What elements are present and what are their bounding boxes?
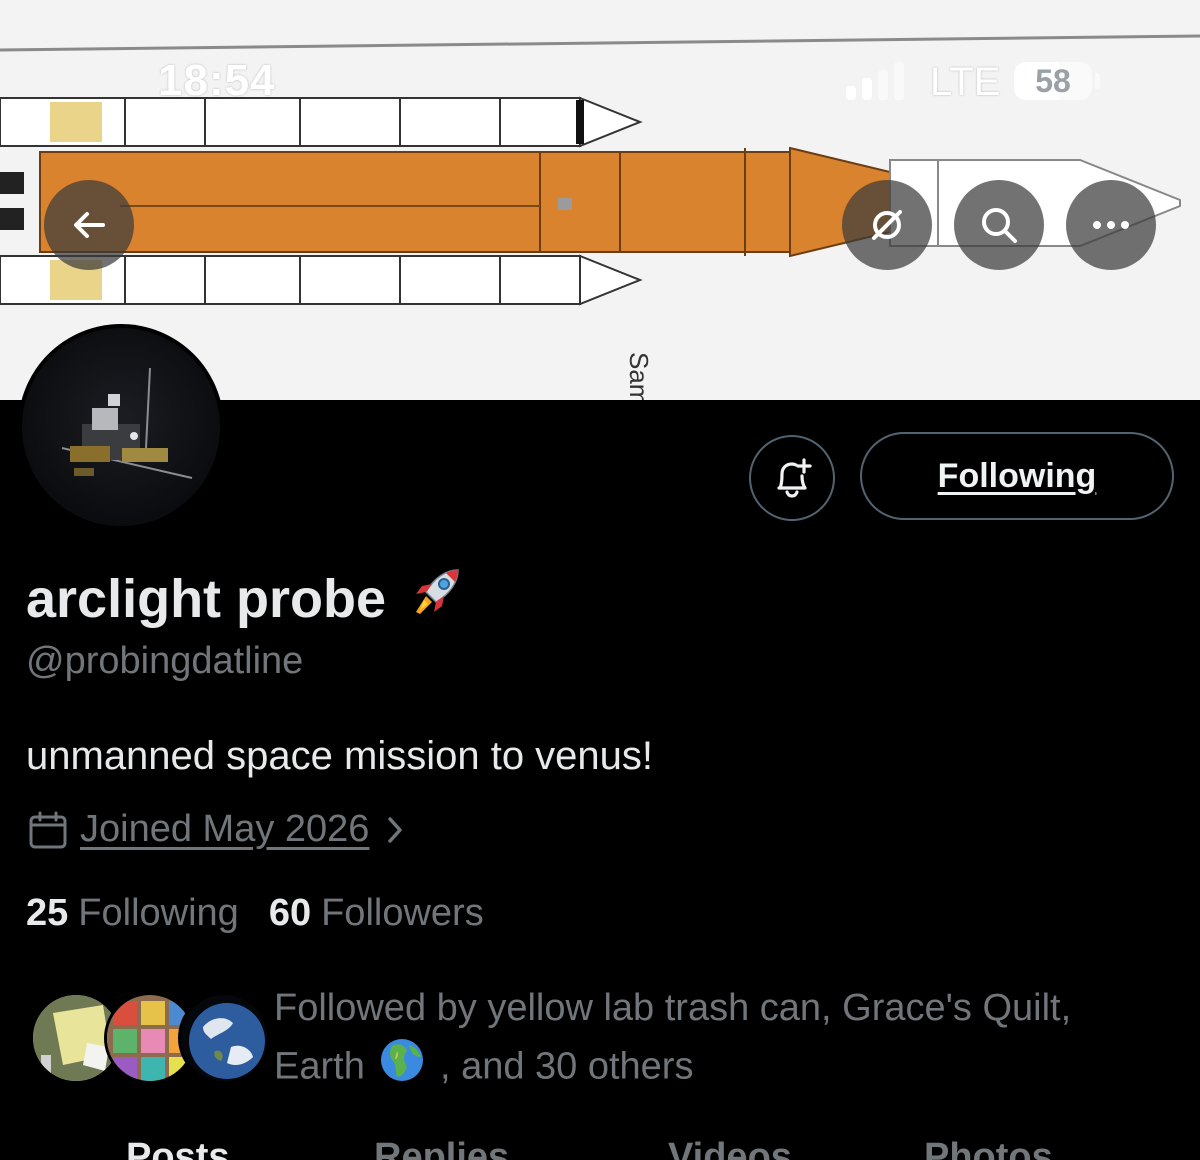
chevron-right-icon: [388, 816, 403, 843]
following-button-label: Following: [937, 456, 1097, 495]
battery-icon: 58: [1014, 62, 1092, 100]
tab-replies[interactable]: Replies: [374, 1136, 509, 1160]
globe-emoji-icon: [379, 1037, 425, 1100]
following-count-link[interactable]: 25 Following: [26, 892, 239, 935]
back-button[interactable]: [44, 180, 134, 270]
signal-strength-icon: [846, 62, 908, 100]
rocket-emoji-icon: [404, 560, 468, 637]
calendar-icon: [29, 811, 67, 848]
mutual-followers-avatars[interactable]: [30, 992, 270, 1084]
status-time: 18:54: [158, 56, 276, 105]
followed-by-earth: Earth: [274, 1045, 365, 1088]
profile-tabs: Posts Replies Videos Photos: [0, 1136, 1200, 1160]
display-name: arclight probe: [26, 560, 468, 637]
grok-button[interactable]: [842, 180, 932, 270]
battery-percent: 58: [1035, 63, 1071, 99]
profile-bio: unmanned space mission to venus!: [26, 734, 654, 778]
battery-cap: [1095, 73, 1100, 89]
followed-by-line-1: Followed by yellow lab trash can, Grace'…: [274, 987, 1072, 1029]
more-horizontal-icon: [1093, 221, 1129, 229]
following-count: 25: [26, 892, 69, 934]
arrow-left-icon: [74, 212, 105, 238]
tab-posts[interactable]: Posts: [126, 1136, 229, 1160]
followers-label: Followers: [321, 892, 484, 934]
notifications-subscribe-button[interactable]: [749, 435, 835, 521]
followed-by-line-2: Earth , and 30 others: [274, 1037, 1154, 1100]
profile-handle: @probingdatline: [26, 640, 304, 682]
followed-by-others: , and 30 others: [439, 1045, 694, 1088]
search-icon: [982, 208, 1017, 243]
search-button[interactable]: [954, 180, 1044, 270]
slashed-circle-icon: [872, 210, 902, 240]
tab-videos[interactable]: Videos: [668, 1136, 792, 1160]
tab-photos[interactable]: Photos: [924, 1136, 1053, 1160]
more-button[interactable]: [1066, 180, 1156, 270]
following-button[interactable]: Following: [860, 432, 1174, 520]
followers-count: 60: [268, 892, 312, 934]
joined-date-row[interactable]: Joined May 2026: [28, 808, 405, 851]
followed-by-text[interactable]: Followed by yellow lab trash can, Grace'…: [274, 980, 1154, 1100]
follow-stats: 25 Following 60 Followers: [26, 892, 514, 935]
followers-count-link[interactable]: 60 Followers: [269, 892, 484, 935]
display-name-text: arclight probe: [26, 568, 387, 629]
profile-avatar[interactable]: [18, 324, 224, 530]
satellite-avatar-image: [22, 328, 220, 526]
banner-caption: Sam: [624, 352, 654, 400]
network-type: LTE: [930, 60, 1001, 104]
joined-date-text: Joined May 2026: [80, 808, 370, 850]
mutual-avatar-earth: [178, 992, 270, 1084]
bell-plus-icon: [777, 458, 812, 498]
following-label: Following: [78, 892, 239, 934]
